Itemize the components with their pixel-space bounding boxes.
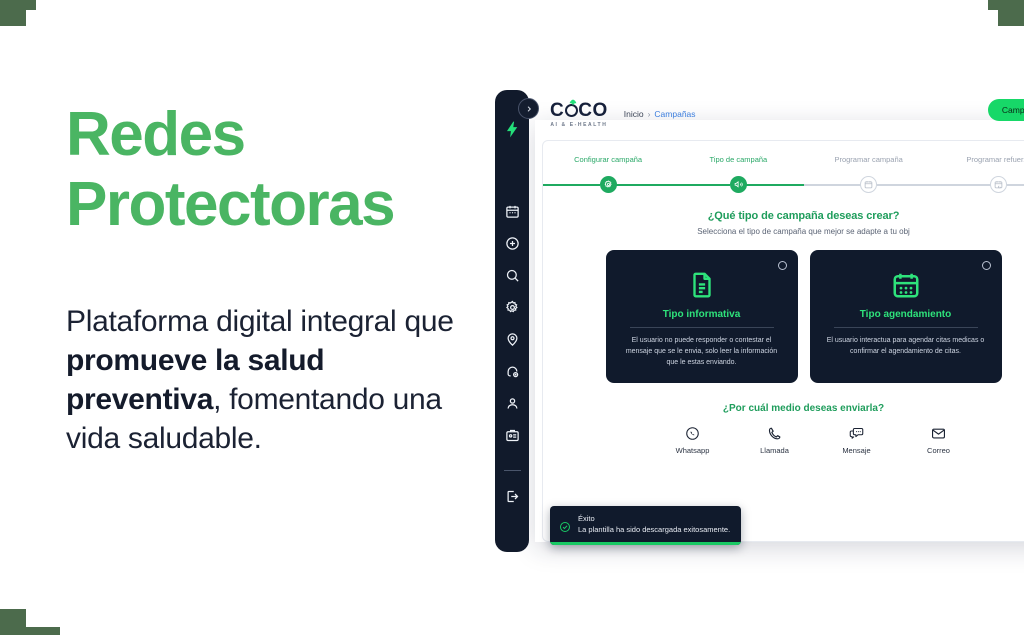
- channel-option-llamada[interactable]: Llamada: [752, 426, 798, 455]
- toast-notification[interactable]: Éxito La plantilla ha sido descargada ex…: [550, 506, 741, 545]
- logo-subtitle: AI & E-HEALTH: [550, 121, 608, 128]
- sidebar-item-profile[interactable]: [501, 392, 523, 414]
- step-programar-refuerzo[interactable]: Programar refuerzo: [933, 155, 1024, 194]
- page-title: Redes Protectoras: [66, 104, 466, 236]
- breadcrumb-separator: ›: [647, 109, 651, 119]
- breadcrumb-current[interactable]: Campañas: [654, 109, 695, 119]
- channel-option-mensaje[interactable]: Mensaje: [834, 426, 880, 455]
- campaign-type-icon: [729, 175, 747, 193]
- document-text-icon: [620, 266, 784, 304]
- body-part-1: Plataforma digital integral que: [66, 305, 454, 338]
- question-block: ¿Qué tipo de campaña deseas crear? Selec…: [543, 210, 1024, 236]
- divider: [833, 327, 978, 328]
- breadcrumb: Inicio › Campañas: [624, 109, 696, 119]
- sidebar-item-calendar[interactable]: [501, 200, 523, 222]
- app-content: C CO AI & E-HEALTH Inicio › Campañas Cam…: [535, 90, 1024, 552]
- toast-message: La plantilla ha sido descargada exitosam…: [578, 525, 731, 535]
- option-description: El usuario no puede responder o contesta…: [625, 337, 778, 366]
- sidebar-item-logout[interactable]: [501, 485, 523, 507]
- chevron-right-icon: [527, 105, 531, 112]
- question-subtitle: Selecciona el tipo de campaña que mejor …: [697, 227, 910, 236]
- sidebar-item-settings[interactable]: [501, 296, 523, 318]
- step-label: Tipo de campaña: [709, 155, 768, 164]
- corner-accent-bottom-left: [0, 609, 26, 635]
- sidebar-item-location[interactable]: [501, 328, 523, 350]
- phone-call-icon: [768, 427, 781, 439]
- channel-options: Whatsapp Llamada Mensaje Correo: [543, 426, 1024, 455]
- headline-line-1: Redes: [66, 100, 246, 169]
- brand-logo: C CO AI & E-HEALTH: [550, 99, 608, 128]
- check-circle-icon: [560, 522, 570, 533]
- logo-wordmark: C CO: [550, 99, 608, 121]
- step-label: Programar refuerzo: [966, 155, 1024, 164]
- corner-accent-top-right: [998, 0, 1024, 26]
- app-header: C CO AI & E-HEALTH Inicio › Campañas Cam…: [535, 90, 1024, 138]
- sidebar: [495, 90, 529, 552]
- option-description: El usuario interactua para agendar citas…: [826, 337, 985, 355]
- whatsapp-icon: [686, 426, 699, 440]
- marketing-column: Redes Protectoras Plataforma digital int…: [66, 104, 466, 458]
- corner-accent-top-right-small: [988, 0, 998, 10]
- main-panel: Configurar campaña Tipo de campaña Progr…: [542, 140, 1024, 542]
- campaigns-button[interactable]: Campañas: [987, 99, 1024, 121]
- option-card-tipo-agendamiento[interactable]: Tipo agendamiento El usuario interactua …: [809, 250, 1002, 383]
- step-label: Configurar campaña: [574, 155, 643, 164]
- toast-title: Éxito: [578, 514, 595, 524]
- wizard-stepper: Configurar campaña Tipo de campaña Progr…: [543, 141, 1024, 194]
- corner-accent-bottom-left-small: [26, 627, 60, 635]
- channel-label: Correo: [927, 445, 950, 455]
- body-paragraph: Plataforma digital integral que promueve…: [66, 302, 466, 458]
- headline-line-2: Protectoras: [66, 170, 396, 239]
- corner-accent-top-left: [0, 0, 26, 26]
- chat-message-icon: [849, 427, 864, 439]
- channel-label: Llamada: [760, 445, 789, 455]
- channel-option-correo[interactable]: Correo: [916, 426, 962, 455]
- sidebar-item-search[interactable]: [501, 264, 523, 286]
- option-card-tipo-informativa[interactable]: Tipo informativa El usuario no puede res…: [605, 250, 798, 383]
- logo-text-left: C: [550, 99, 565, 121]
- option-title: Tipo agendamiento: [859, 309, 952, 320]
- radio-button[interactable]: [777, 261, 787, 270]
- step-tipo-de-campana[interactable]: Tipo de campaña: [673, 155, 804, 194]
- calendar-icon: [860, 175, 878, 193]
- sidebar-collapse-button[interactable]: [518, 98, 539, 119]
- calendar-refresh-icon: [990, 175, 1008, 193]
- step-label: Programar campaña: [834, 155, 903, 164]
- calendar-icon: [824, 266, 988, 304]
- logo-text-right: CO: [578, 99, 608, 121]
- divider: [629, 327, 774, 328]
- channel-label: Whatsapp: [675, 445, 710, 455]
- corner-accent-top-left-small: [26, 0, 36, 10]
- campaign-type-options: Tipo informativa El usuario no puede res…: [543, 250, 1024, 383]
- app-screenshot: C CO AI & E-HEALTH Inicio › Campañas Cam…: [495, 90, 1024, 552]
- option-title: Tipo informativa: [662, 309, 741, 320]
- step-configurar-campana[interactable]: Configurar campaña: [543, 155, 674, 194]
- channel-section-title: ¿Por cuál medio deseas enviarla?: [722, 402, 885, 414]
- toast-progress-bar: [550, 542, 741, 545]
- sidebar-item-add[interactable]: [501, 232, 523, 254]
- breadcrumb-root[interactable]: Inicio: [624, 109, 644, 119]
- email-envelope-icon: [932, 428, 945, 438]
- sidebar-item-support[interactable]: [501, 360, 523, 382]
- radio-button[interactable]: [981, 261, 991, 270]
- sidebar-divider: [503, 470, 521, 471]
- step-programar-campana[interactable]: Programar campaña: [803, 155, 935, 194]
- question-title: ¿Qué tipo de campaña deseas crear?: [707, 210, 900, 222]
- logo-coconut-o: [564, 99, 578, 117]
- channel-label: Mensaje: [842, 445, 871, 455]
- lightning-bolt-icon: [503, 120, 522, 144]
- leaf-icon: [569, 99, 577, 106]
- channel-option-whatsapp[interactable]: Whatsapp: [670, 426, 716, 455]
- sidebar-item-badge[interactable]: [501, 424, 523, 446]
- gear-icon: [599, 175, 617, 193]
